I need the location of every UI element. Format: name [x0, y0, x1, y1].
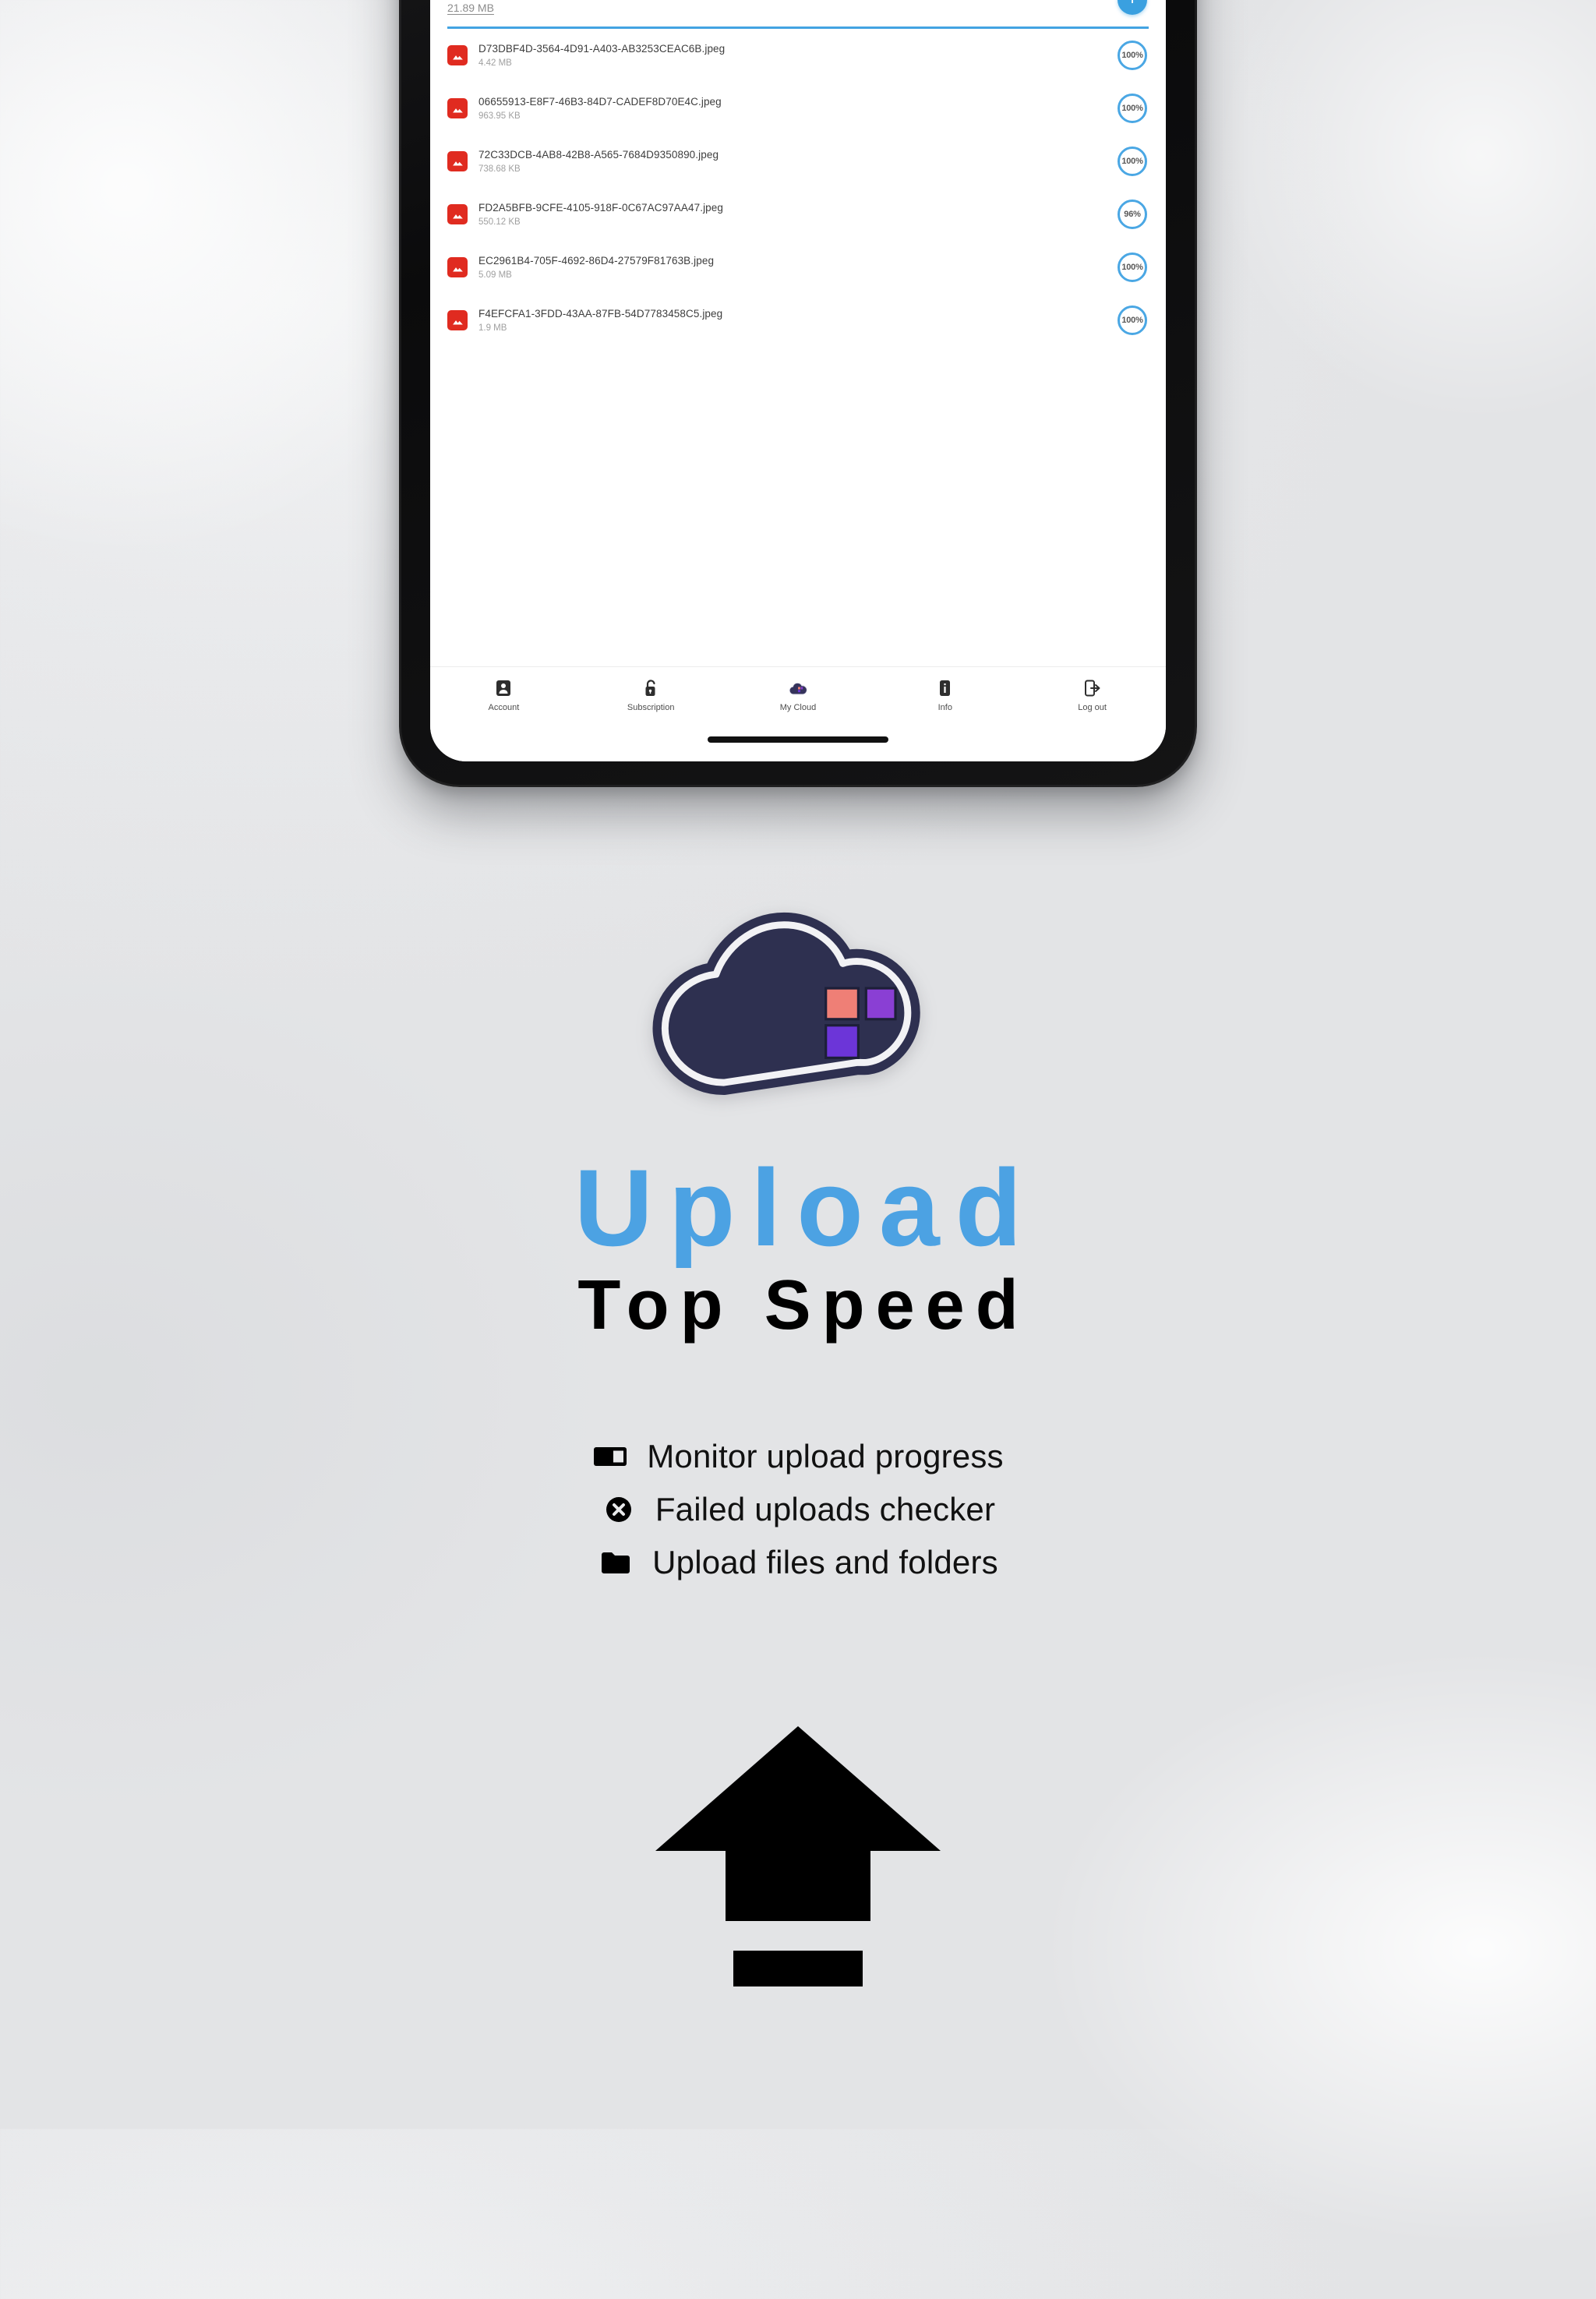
upload-row[interactable]: F4EFCFA1-3FDD-43AA-87FB-54D7783458C5.jpe… [430, 294, 1166, 347]
info-icon [936, 679, 955, 697]
add-button[interactable]: + [1118, 0, 1147, 15]
items-header: 10 Items 21.89 MB + [430, 0, 1166, 29]
upload-row[interactable]: FD2A5BFB-9CFE-4105-918F-0C67AC97AA47.jpe… [430, 188, 1166, 241]
nav-item-info[interactable]: Info [871, 679, 1019, 712]
upload-progress-ring: 96% [1118, 200, 1147, 229]
nav-item-subscription[interactable]: Subscription [577, 679, 725, 712]
upload-file-size: 550.12 KB [478, 217, 521, 227]
home-indicator [708, 736, 888, 743]
upload-file-name: 72C33DCB-4AB8-42B8-A565-7684D9350890.jpe… [478, 149, 719, 161]
feature-text: Monitor upload progress [647, 1438, 1004, 1474]
nav-label: Subscription [627, 703, 675, 712]
upload-progress-ring: 100% [1118, 41, 1147, 70]
nav-label: Account [488, 703, 520, 712]
brand-logo [0, 900, 1596, 1095]
image-file-icon [447, 45, 468, 65]
upload-row[interactable]: 06655913-E8F7-46B3-84D7-CADEF8D70E4C.jpe… [430, 82, 1166, 135]
upload-arrow-graphic [0, 1726, 1596, 1986]
upload-row[interactable]: EC2961B4-705F-4692-86D4-27579F81763B.jpe… [430, 241, 1166, 294]
overall-progress-bar [447, 26, 1149, 29]
image-file-icon [447, 204, 468, 224]
nav-item-account[interactable]: Account [430, 679, 577, 712]
cloud-icon [789, 679, 807, 697]
nav-label: My Cloud [779, 703, 817, 712]
feature-item: Failed uploads checker [601, 1491, 995, 1528]
upload-progress-value: 100% [1121, 51, 1143, 60]
upload-row[interactable]: D73DBF4D-3564-4D91-A403-AB3253CEAC6B.jpe… [430, 29, 1166, 82]
upload-progress-value: 100% [1121, 157, 1143, 166]
cloud-logo-icon [652, 912, 920, 1095]
feature-list: Monitor upload progress Failed uploads c… [0, 1438, 1596, 1581]
x-circle-icon [601, 1492, 637, 1527]
upload-progress-value: 96% [1124, 210, 1141, 219]
upload-file-size: 738.68 KB [478, 164, 521, 174]
feature-item: Upload files and folders [598, 1544, 998, 1581]
headline-block: Upload Top Speed [0, 1146, 1596, 1344]
feature-item: Monitor upload progress [592, 1438, 1004, 1475]
image-file-icon [447, 98, 468, 118]
progress-bar-icon [592, 1439, 628, 1474]
bottom-navigation: Account Subscription My Cloud Info Log o… [430, 666, 1166, 761]
upload-arrow-icon [655, 1726, 941, 1921]
upload-file-name: FD2A5BFB-9CFE-4105-918F-0C67AC97AA47.jpe… [478, 202, 724, 214]
device-mockup: Photo 01.jpeg Photo 02.jpeg [399, 0, 1197, 787]
upload-progress-ring: 100% [1118, 305, 1147, 335]
account-icon [494, 679, 513, 697]
headline-primary: Upload [574, 1146, 1038, 1269]
items-size-label: 21.89 MB [447, 2, 494, 14]
upload-file-name: F4EFCFA1-3FDD-43AA-87FB-54D7783458C5.jpe… [478, 308, 723, 320]
upload-progress-value: 100% [1121, 316, 1143, 325]
upload-file-name: D73DBF4D-3564-4D91-A403-AB3253CEAC6B.jpe… [478, 43, 726, 55]
feature-text: Failed uploads checker [655, 1491, 996, 1527]
unlock-padlock-icon [641, 679, 660, 697]
upload-file-name: EC2961B4-705F-4692-86D4-27579F81763B.jpe… [478, 255, 715, 267]
upload-file-size: 4.42 MB [478, 58, 512, 68]
upload-file-size: 1.9 MB [478, 323, 507, 333]
headline-secondary: Top Speed [577, 1266, 1029, 1344]
nav-label: Info [937, 703, 952, 712]
plus-icon: + [1127, 0, 1139, 9]
nav-label: Log out [1078, 703, 1107, 712]
upload-list: D73DBF4D-3564-4D91-A403-AB3253CEAC6B.jpe… [430, 29, 1166, 347]
image-file-icon [447, 151, 468, 171]
nav-item-my-cloud[interactable]: My Cloud [725, 679, 872, 712]
image-file-icon [447, 310, 468, 330]
baseline-bar-icon [733, 1951, 863, 1986]
upload-progress-ring: 100% [1118, 253, 1147, 282]
upload-file-name: 06655913-E8F7-46B3-84D7-CADEF8D70E4C.jpe… [478, 96, 722, 108]
upload-file-size: 5.09 MB [478, 270, 512, 280]
upload-progress-value: 100% [1121, 104, 1143, 113]
upload-progress-value: 100% [1121, 263, 1143, 272]
feature-text: Upload files and folders [652, 1544, 998, 1580]
device-screen: Photo 01.jpeg Photo 02.jpeg [430, 0, 1166, 761]
upload-progress-ring: 100% [1118, 94, 1147, 123]
logout-icon [1083, 679, 1102, 697]
upload-row[interactable]: 72C33DCB-4AB8-42B8-A565-7684D9350890.jpe… [430, 135, 1166, 188]
image-file-icon [447, 257, 468, 277]
upload-progress-ring: 100% [1118, 147, 1147, 176]
nav-item-log-out[interactable]: Log out [1019, 679, 1166, 712]
background-sheen-top-right [1169, 0, 1596, 468]
upload-file-size: 963.95 KB [478, 111, 521, 121]
folder-icon [598, 1545, 634, 1580]
